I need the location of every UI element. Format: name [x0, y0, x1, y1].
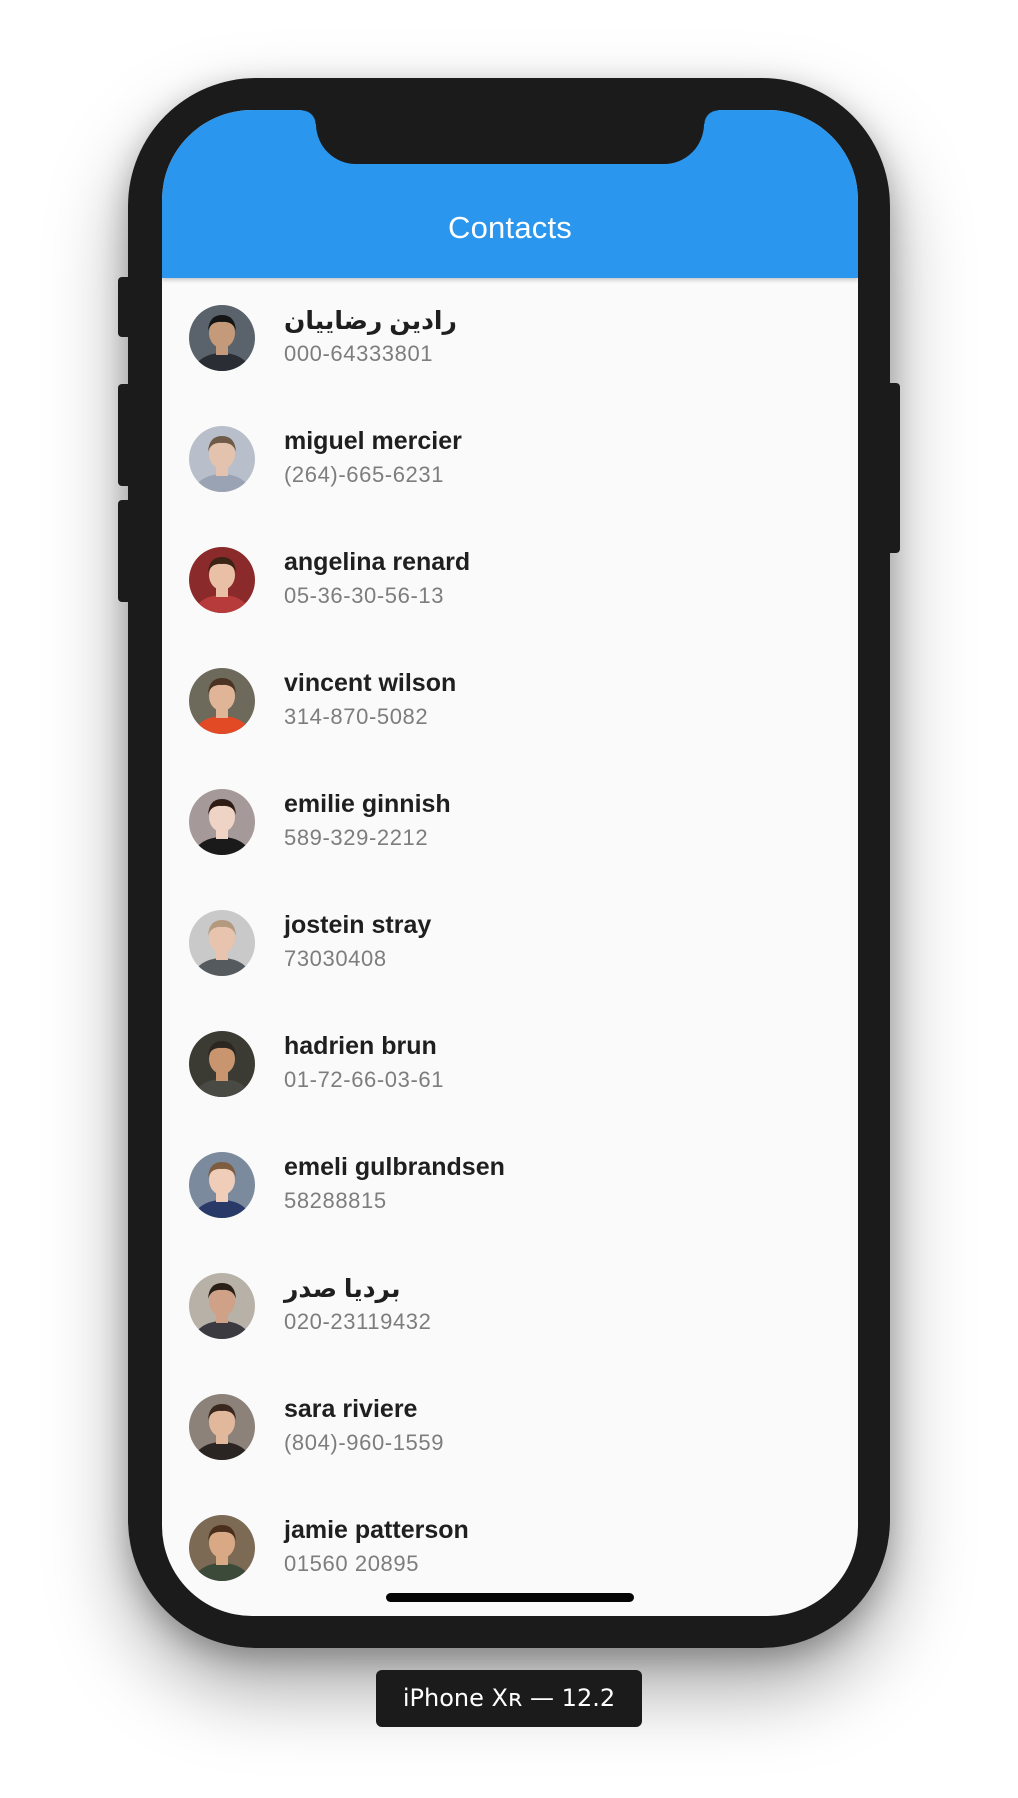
person-photo-icon	[189, 1152, 255, 1218]
contact-phone: (804)-960-1559	[284, 1430, 445, 1455]
contact-list-item[interactable]: angelina renard 05-36-30-56-13	[162, 520, 858, 641]
contact-avatar	[189, 1031, 255, 1097]
contact-avatar	[189, 547, 255, 613]
home-indicator[interactable]	[386, 1593, 634, 1602]
contact-list-item[interactable]: vincent wilson 314-870-5082	[162, 641, 858, 762]
person-photo-icon	[189, 305, 255, 371]
contact-list-item[interactable]: jostein stray 73030408	[162, 883, 858, 1004]
person-photo-icon	[189, 1273, 255, 1339]
app-screen: Contacts رادين رضاييان 000-64333801 miguel…	[162, 110, 858, 1616]
contact-name: jostein stray	[284, 911, 432, 939]
contact-phone: 05-36-30-56-13	[284, 583, 445, 608]
contact-avatar	[189, 1515, 255, 1581]
contact-name: jamie patterson	[284, 1516, 469, 1544]
contact-phone: (264)-665-6231	[284, 462, 445, 487]
contact-list: رادين رضاييان 000-64333801 miguel mercier (…	[162, 278, 858, 1609]
contact-list-item[interactable]: sara riviere (804)-960-1559	[162, 1367, 858, 1488]
contact-list-item[interactable]: miguel mercier (264)-665-6231	[162, 399, 858, 520]
contact-list-item[interactable]: emeli gulbrandsen 58288815	[162, 1125, 858, 1246]
person-photo-icon	[189, 1031, 255, 1097]
contact-phone: 314-870-5082	[284, 704, 429, 729]
device-label: iPhone Xʀ — 12.2	[376, 1670, 642, 1727]
contact-avatar	[189, 1394, 255, 1460]
person-photo-icon	[189, 668, 255, 734]
contact-name: برديا صدر	[284, 1275, 401, 1303]
notch	[302, 110, 718, 164]
contact-name: sara riviere	[284, 1395, 418, 1423]
contact-phone: 589-329-2212	[284, 825, 429, 850]
contact-name: vincent wilson	[284, 669, 457, 697]
person-photo-icon	[189, 1515, 255, 1581]
contact-phone: 01-72-66-03-61	[284, 1067, 445, 1092]
contact-list-item[interactable]: emilie ginnish 589-329-2212	[162, 762, 858, 883]
contact-avatar	[189, 789, 255, 855]
person-photo-icon	[189, 789, 255, 855]
person-photo-icon	[189, 1394, 255, 1460]
contact-avatar	[189, 1152, 255, 1218]
contact-phone: 020-23119432	[284, 1309, 432, 1334]
person-photo-icon	[189, 547, 255, 613]
contact-name: emilie ginnish	[284, 790, 451, 818]
person-photo-icon	[189, 426, 255, 492]
contact-avatar	[189, 1273, 255, 1339]
contact-list-item[interactable]: رادين رضاييان 000-64333801	[162, 278, 858, 399]
contact-list-item[interactable]: hadrien brun 01-72-66-03-61	[162, 1004, 858, 1125]
contact-phone: 01560 20895	[284, 1551, 420, 1576]
contact-phone: 73030408	[284, 946, 387, 971]
page-title: Contacts	[448, 210, 572, 245]
contact-avatar	[189, 910, 255, 976]
contact-phone: 58288815	[284, 1188, 387, 1213]
contact-avatar	[189, 305, 255, 371]
contact-name: emeli gulbrandsen	[284, 1153, 505, 1181]
contact-name: رادين رضاييان	[284, 307, 457, 335]
contact-avatar	[189, 426, 255, 492]
person-photo-icon	[189, 910, 255, 976]
contact-list-item[interactable]: برديا صدر 020-23119432	[162, 1246, 858, 1367]
contact-name: miguel mercier	[284, 427, 462, 455]
contact-list-item[interactable]: jamie patterson 01560 20895	[162, 1488, 858, 1609]
contact-name: angelina renard	[284, 548, 471, 576]
contact-phone: 000-64333801	[284, 341, 434, 366]
contact-avatar	[189, 668, 255, 734]
contact-name: hadrien brun	[284, 1032, 437, 1060]
